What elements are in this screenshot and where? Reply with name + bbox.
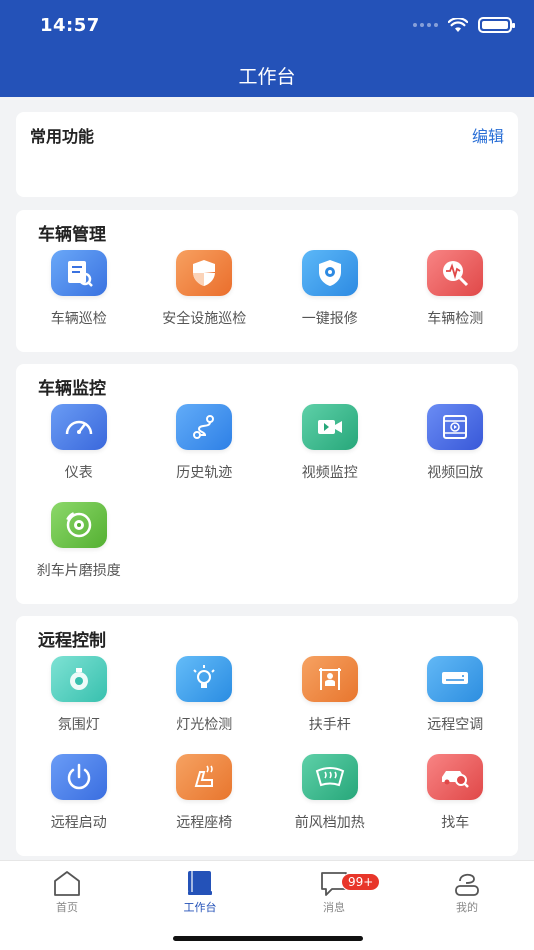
remote-control-card: 远程控制 氛围灯 灯光检测 扶手杆 远程空调 远程启动 远程座椅 前风档加热 找… xyxy=(16,616,518,856)
function-label: 安全设施巡检 xyxy=(162,311,247,327)
nav-tab-home[interactable]: 首页 xyxy=(22,869,112,915)
handrail-icon xyxy=(301,656,358,702)
function-item-windshield-heat[interactable]: 前风档加热 xyxy=(267,752,393,850)
home-indicator xyxy=(173,936,363,941)
repair-gear-shield-icon xyxy=(301,250,358,296)
workbench-book-icon xyxy=(188,871,212,895)
function-label: 氛围灯 xyxy=(57,717,100,733)
message-count-badge: 99+ xyxy=(341,873,381,891)
seat-heat-icon xyxy=(176,754,233,800)
function-label: 灯光检测 xyxy=(176,717,233,733)
function-label: 仪表 xyxy=(64,465,93,481)
function-label: 扶手杆 xyxy=(308,717,351,733)
function-label: 远程空调 xyxy=(427,717,484,733)
car-search-icon xyxy=(427,754,484,800)
function-item-history-track[interactable]: 历史轨迹 xyxy=(142,402,268,500)
function-item-video-monitor[interactable]: 视频监控 xyxy=(267,402,393,500)
status-time: 14:57 xyxy=(40,15,100,36)
vehicle-management-card: 车辆管理 车辆巡检 安全设施巡检 一键报修 车辆检测 xyxy=(16,210,518,352)
nav-tab-workbench[interactable]: 工作台 xyxy=(155,869,245,915)
power-icon xyxy=(50,754,107,800)
function-item-find-car[interactable]: 找车 xyxy=(393,752,519,850)
function-item-brake-wear[interactable]: 刹车片磨损度 xyxy=(16,500,142,598)
windshield-heat-icon xyxy=(301,754,358,800)
function-label: 视频监控 xyxy=(301,465,358,481)
function-label: 历史轨迹 xyxy=(176,465,233,481)
function-item-vehicle-detection[interactable]: 车辆检测 xyxy=(393,248,519,346)
page-title: 工作台 xyxy=(238,66,296,88)
function-item-ambient-light[interactable]: 氛围灯 xyxy=(16,654,142,752)
profile-icon xyxy=(455,873,479,896)
nav-tab-messages[interactable]: 消息 99+ xyxy=(289,869,381,915)
top-header: 14:57 工作台 xyxy=(0,0,534,97)
brake-disc-icon xyxy=(50,502,107,548)
nav-label: 我的 xyxy=(456,901,478,914)
function-item-remote-ac[interactable]: 远程空调 xyxy=(393,654,519,752)
function-item-remote-seat[interactable]: 远程座椅 xyxy=(142,752,268,850)
wifi-icon xyxy=(448,17,468,32)
function-item-dashboard[interactable]: 仪表 xyxy=(16,402,142,500)
function-item-light-detection[interactable]: 灯光检测 xyxy=(142,654,268,752)
status-icons xyxy=(413,17,515,33)
nav-label: 首页 xyxy=(56,901,78,914)
route-track-icon xyxy=(176,404,233,450)
function-item-one-click-repair[interactable]: 一键报修 xyxy=(267,248,393,346)
function-item-video-playback[interactable]: 视频回放 xyxy=(393,402,519,500)
nav-label: 消息 xyxy=(323,901,345,914)
function-item-handrail[interactable]: 扶手杆 xyxy=(267,654,393,752)
nav-tab-profile[interactable]: 我的 xyxy=(422,869,512,915)
home-icon xyxy=(54,871,80,896)
heartbeat-search-icon xyxy=(427,250,484,296)
nav-label: 工作台 xyxy=(183,901,217,914)
function-item-safety-inspection[interactable]: 安全设施巡检 xyxy=(142,248,268,346)
function-label: 一键报修 xyxy=(301,311,358,327)
shield-icon xyxy=(176,250,233,296)
function-label: 找车 xyxy=(441,815,470,831)
section-title: 车辆监控 xyxy=(38,379,106,399)
function-label: 远程启动 xyxy=(50,815,107,831)
vehicle-monitoring-card: 车辆监控 仪表 历史轨迹 视频监控 视频回放 刹车片磨损度 xyxy=(16,364,518,604)
function-label: 视频回放 xyxy=(427,465,484,481)
battery-icon xyxy=(478,17,515,33)
function-item-vehicle-inspection[interactable]: 车辆巡检 xyxy=(16,248,142,346)
function-label: 车辆检测 xyxy=(427,311,484,327)
inspection-report-icon xyxy=(50,250,107,296)
section-title: 远程控制 xyxy=(38,631,106,651)
air-conditioner-icon xyxy=(427,656,484,702)
function-item-remote-start[interactable]: 远程启动 xyxy=(16,752,142,850)
cellular-signal-icon xyxy=(413,23,438,27)
speedometer-icon xyxy=(50,404,107,450)
section-title: 车辆管理 xyxy=(38,225,106,245)
function-label: 前风档加热 xyxy=(294,815,365,831)
ambient-light-icon xyxy=(50,656,107,702)
function-label: 远程座椅 xyxy=(176,815,233,831)
common-functions-card: 常用功能 编辑 xyxy=(16,112,518,197)
function-label: 刹车片磨损度 xyxy=(36,563,121,579)
function-label: 车辆巡检 xyxy=(50,311,107,327)
edit-button[interactable]: 编辑 xyxy=(472,123,504,147)
light-bulb-icon xyxy=(176,656,233,702)
video-playback-icon xyxy=(427,404,484,450)
video-camera-icon xyxy=(301,404,358,450)
common-functions-title: 常用功能 xyxy=(30,127,95,146)
